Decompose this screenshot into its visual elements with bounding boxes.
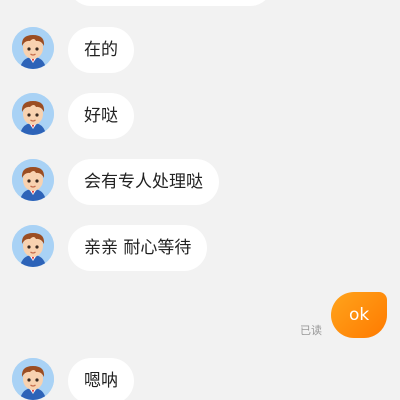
message-text: 在的	[84, 40, 118, 60]
message-text: 会有专人处理哒	[84, 172, 203, 192]
outgoing-message-bubble[interactable]: ok	[331, 292, 388, 338]
message-text: 亲亲 耐心等待	[84, 238, 192, 258]
message-bubble[interactable]: 亲亲 耐心等待	[68, 225, 208, 271]
message-text: ok	[349, 305, 370, 325]
message-bubble[interactable]: 在的	[68, 27, 134, 73]
avatar-illustration	[12, 225, 54, 267]
read-status: 已读	[300, 324, 322, 337]
message-bubble[interactable]: 嗯呐	[68, 358, 134, 400]
message-text: 嗯呐	[84, 371, 118, 391]
message-text: 好哒	[84, 106, 118, 126]
message-bubble[interactable]: 好哒	[68, 93, 134, 139]
agent-avatar-icon[interactable]	[12, 93, 54, 135]
chat-screen: 在的 好哒 会有专人处理哒 亲亲 耐心等待 已读 ok 嗯呐	[0, 0, 400, 400]
agent-avatar-icon[interactable]	[12, 159, 54, 201]
avatar-illustration	[12, 159, 54, 201]
avatar-illustration	[12, 93, 54, 135]
agent-avatar-icon[interactable]	[12, 358, 54, 400]
agent-avatar-icon[interactable]	[12, 225, 54, 267]
message-bubble-partial[interactable]	[68, 0, 273, 6]
avatar-illustration	[12, 358, 54, 400]
message-bubble[interactable]: 会有专人处理哒	[68, 159, 219, 205]
agent-avatar-icon[interactable]	[12, 27, 54, 69]
avatar-illustration	[12, 27, 54, 69]
